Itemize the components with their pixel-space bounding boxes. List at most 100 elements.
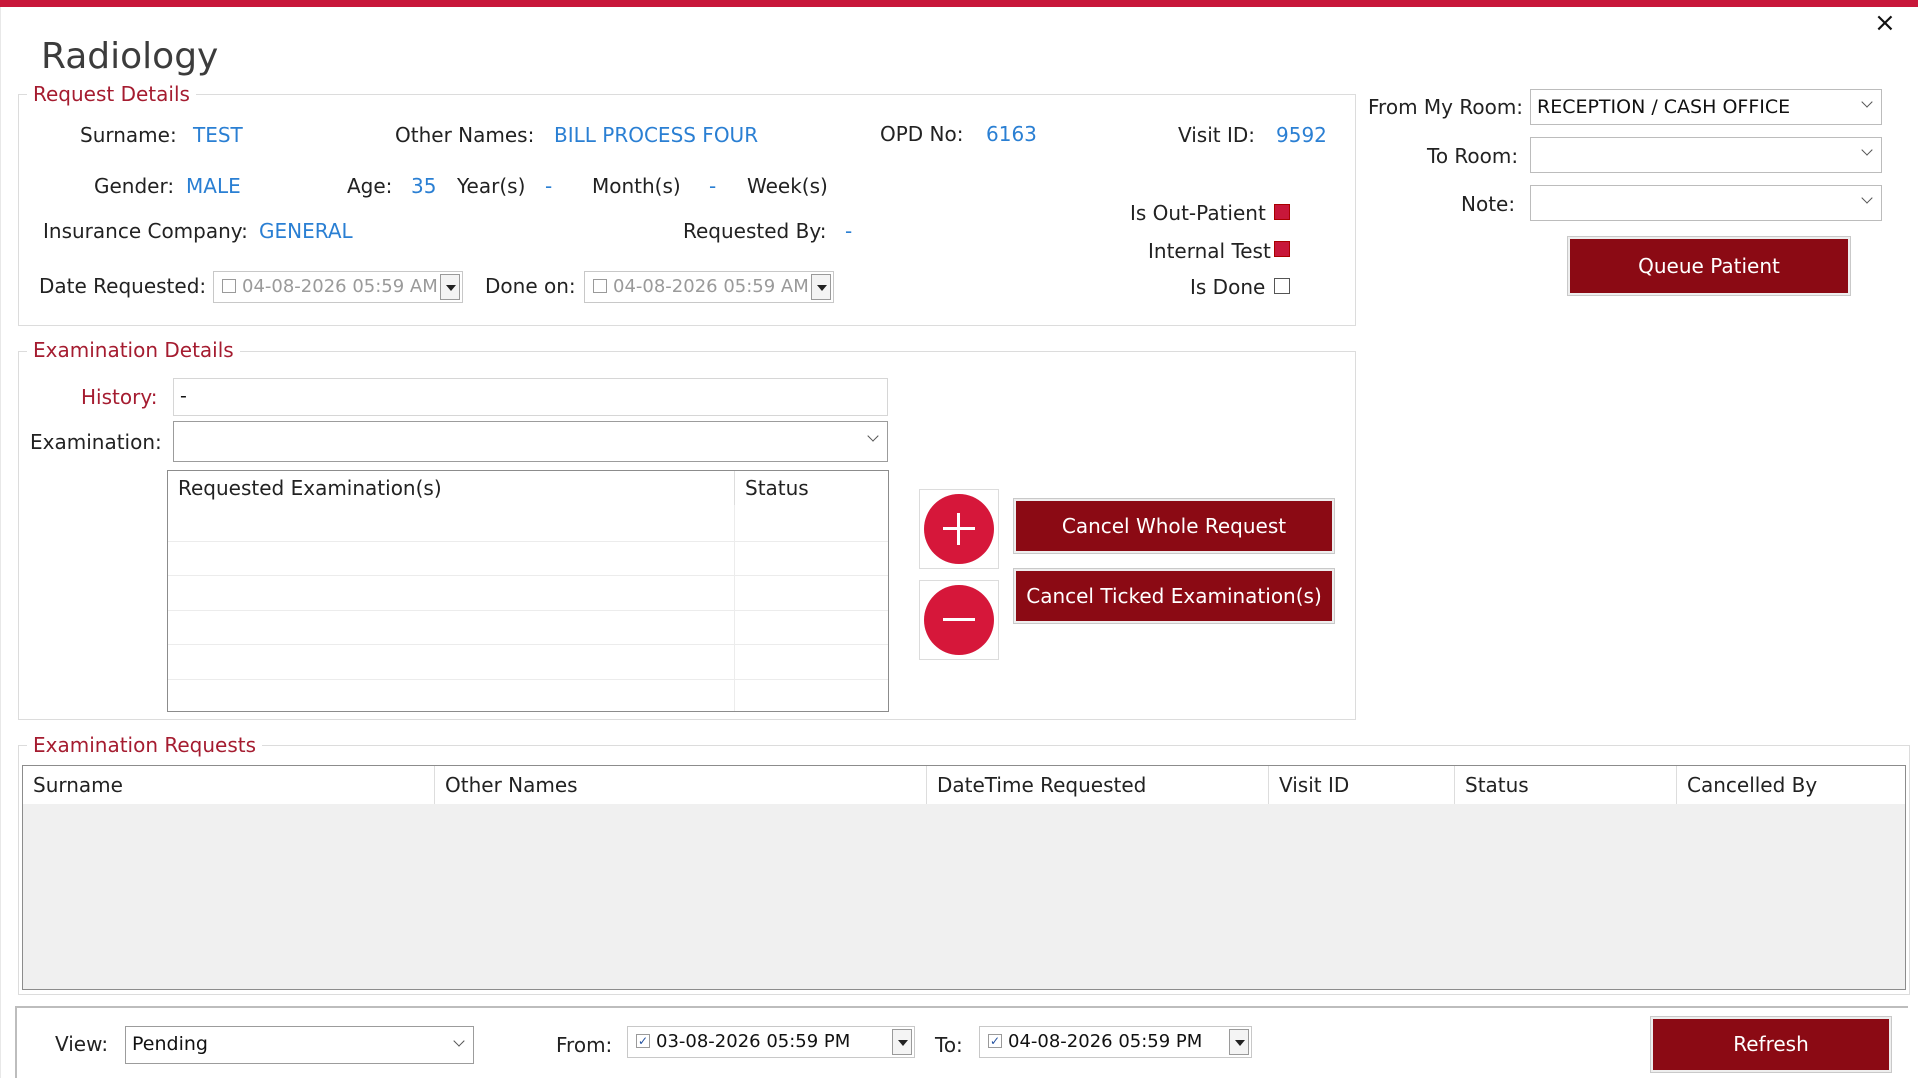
- note-select[interactable]: [1530, 185, 1882, 221]
- minus-icon: [924, 585, 994, 655]
- visit-id-value: 9592: [1276, 123, 1327, 147]
- is-done-checkbox[interactable]: [1274, 278, 1290, 294]
- cancel-whole-request-button[interactable]: Cancel Whole Request: [1013, 498, 1335, 554]
- from-date-value: 03-08-2026 05:59 PM: [656, 1031, 851, 1052]
- examination-requests-title: Examination Requests: [27, 733, 263, 757]
- age-value: 35: [411, 174, 437, 198]
- view-select[interactable]: Pending: [125, 1026, 474, 1064]
- remove-examination-button[interactable]: [919, 580, 999, 660]
- grid-header-status[interactable]: Status: [735, 471, 888, 505]
- window-top-accent-bar: [0, 0, 1918, 7]
- date-requested-label: Date Requested:: [39, 274, 207, 298]
- chevron-down-icon: [867, 430, 879, 442]
- view-label: View:: [55, 1032, 109, 1056]
- column-header-surname[interactable]: Surname: [23, 766, 435, 804]
- cancel-whole-request-label: Cancel Whole Request: [1061, 514, 1287, 538]
- request-details-title: Request Details: [27, 82, 196, 106]
- done-on-label: Done on:: [485, 274, 576, 298]
- visit-id-label: Visit ID:: [1178, 123, 1256, 147]
- grid-column-divider: [734, 505, 735, 711]
- done-on-picker[interactable]: 04-08-2026 05:59 AM: [584, 271, 834, 303]
- insurance-label: Insurance Company:: [43, 219, 248, 243]
- calendar-dropdown-icon[interactable]: [811, 274, 831, 300]
- column-header-other-names[interactable]: Other Names: [435, 766, 927, 804]
- done-on-checkbox[interactable]: [593, 279, 607, 293]
- weeks-label: Week(s): [747, 174, 828, 198]
- is-out-patient-checkbox[interactable]: [1274, 204, 1290, 220]
- requested-by-value: -: [845, 219, 853, 243]
- chevron-down-icon: [1861, 192, 1873, 204]
- chevron-down-icon: [1861, 144, 1873, 156]
- history-value: -: [180, 385, 187, 407]
- plus-icon: [924, 494, 994, 564]
- requests-grid-header: Surname Other Names DateTime Requested V…: [23, 766, 1905, 804]
- to-room-select[interactable]: [1530, 137, 1882, 173]
- calendar-dropdown-icon[interactable]: [440, 274, 460, 300]
- column-header-visit-id[interactable]: Visit ID: [1269, 766, 1455, 804]
- date-requested-checkbox[interactable]: [222, 279, 236, 293]
- from-date-label: From:: [556, 1033, 613, 1057]
- column-header-status[interactable]: Status: [1455, 766, 1677, 804]
- months-value: -: [545, 174, 553, 198]
- from-date-checkbox[interactable]: ✓: [636, 1034, 650, 1048]
- gender-label: Gender:: [94, 174, 175, 198]
- opd-value: 6163: [986, 122, 1037, 146]
- window-title: Radiology: [41, 36, 219, 77]
- to-room-label: To Room:: [1427, 144, 1519, 168]
- requested-by-label: Requested By:: [683, 219, 827, 243]
- to-date-checkbox[interactable]: ✓: [988, 1034, 1002, 1048]
- examination-select[interactable]: [173, 421, 888, 462]
- requested-examinations-grid[interactable]: Requested Examination(s) Status: [167, 470, 889, 712]
- examination-requests-grid[interactable]: Surname Other Names DateTime Requested V…: [22, 765, 1906, 990]
- queue-patient-button[interactable]: Queue Patient: [1567, 236, 1851, 296]
- is-done-label: Is Done: [1190, 275, 1266, 299]
- close-icon[interactable]: ×: [1874, 8, 1896, 38]
- cancel-ticked-examinations-button[interactable]: Cancel Ticked Examination(s): [1013, 568, 1335, 624]
- surname-value: TEST: [193, 123, 243, 147]
- opd-label: OPD No:: [880, 122, 964, 146]
- chevron-down-icon: [1861, 96, 1873, 108]
- to-date-value: 04-08-2026 05:59 PM: [1008, 1031, 1203, 1052]
- grid-row-line: [168, 541, 888, 542]
- done-on-value: 04-08-2026 05:59 AM: [613, 276, 809, 297]
- queue-patient-label: Queue Patient: [1638, 254, 1780, 278]
- grid-row-line: [168, 679, 888, 680]
- grid-row-line: [168, 644, 888, 645]
- weeks-value: -: [709, 174, 717, 198]
- examination-details-title: Examination Details: [27, 338, 240, 362]
- from-room-label: From My Room:: [1368, 95, 1524, 119]
- other-names-value: BILL PROCESS FOUR: [554, 123, 759, 147]
- view-value: Pending: [132, 1033, 208, 1055]
- is-out-patient-label: Is Out-Patient: [1130, 201, 1266, 225]
- from-room-select[interactable]: RECEPTION / CASH OFFICE: [1530, 89, 1882, 125]
- examination-label: Examination:: [30, 430, 162, 454]
- from-date-picker[interactable]: ✓ 03-08-2026 05:59 PM: [627, 1026, 915, 1058]
- add-examination-button[interactable]: [919, 489, 999, 569]
- internal-test-label: Internal Test: [1148, 239, 1271, 263]
- grid-header-requested-examinations[interactable]: Requested Examination(s): [168, 471, 735, 505]
- grid-row-line: [168, 610, 888, 611]
- note-label: Note:: [1461, 192, 1516, 216]
- age-label: Age:: [347, 174, 393, 198]
- insurance-value: GENERAL: [259, 219, 353, 243]
- to-date-picker[interactable]: ✓ 04-08-2026 05:59 PM: [979, 1026, 1252, 1058]
- months-label: Month(s): [592, 174, 681, 198]
- other-names-label: Other Names:: [395, 123, 535, 147]
- history-input[interactable]: -: [173, 378, 888, 416]
- years-label: Year(s): [457, 174, 526, 198]
- date-requested-picker[interactable]: 04-08-2026 05:59 AM: [213, 271, 463, 303]
- refresh-label: Refresh: [1733, 1032, 1809, 1056]
- column-header-cancelled-by[interactable]: Cancelled By: [1677, 766, 1905, 804]
- to-date-label: To:: [935, 1033, 963, 1057]
- calendar-dropdown-icon[interactable]: [892, 1029, 912, 1055]
- internal-test-checkbox[interactable]: [1274, 241, 1290, 257]
- column-header-datetime-requested[interactable]: DateTime Requested: [927, 766, 1269, 804]
- grid-row-line: [168, 575, 888, 576]
- chevron-down-icon: [453, 1035, 465, 1047]
- cancel-ticked-examinations-label: Cancel Ticked Examination(s): [1026, 584, 1322, 608]
- surname-label: Surname:: [80, 123, 177, 147]
- history-label: History:: [81, 385, 158, 409]
- gender-value: MALE: [186, 174, 241, 198]
- refresh-button[interactable]: Refresh: [1650, 1016, 1892, 1073]
- calendar-dropdown-icon[interactable]: [1229, 1029, 1249, 1055]
